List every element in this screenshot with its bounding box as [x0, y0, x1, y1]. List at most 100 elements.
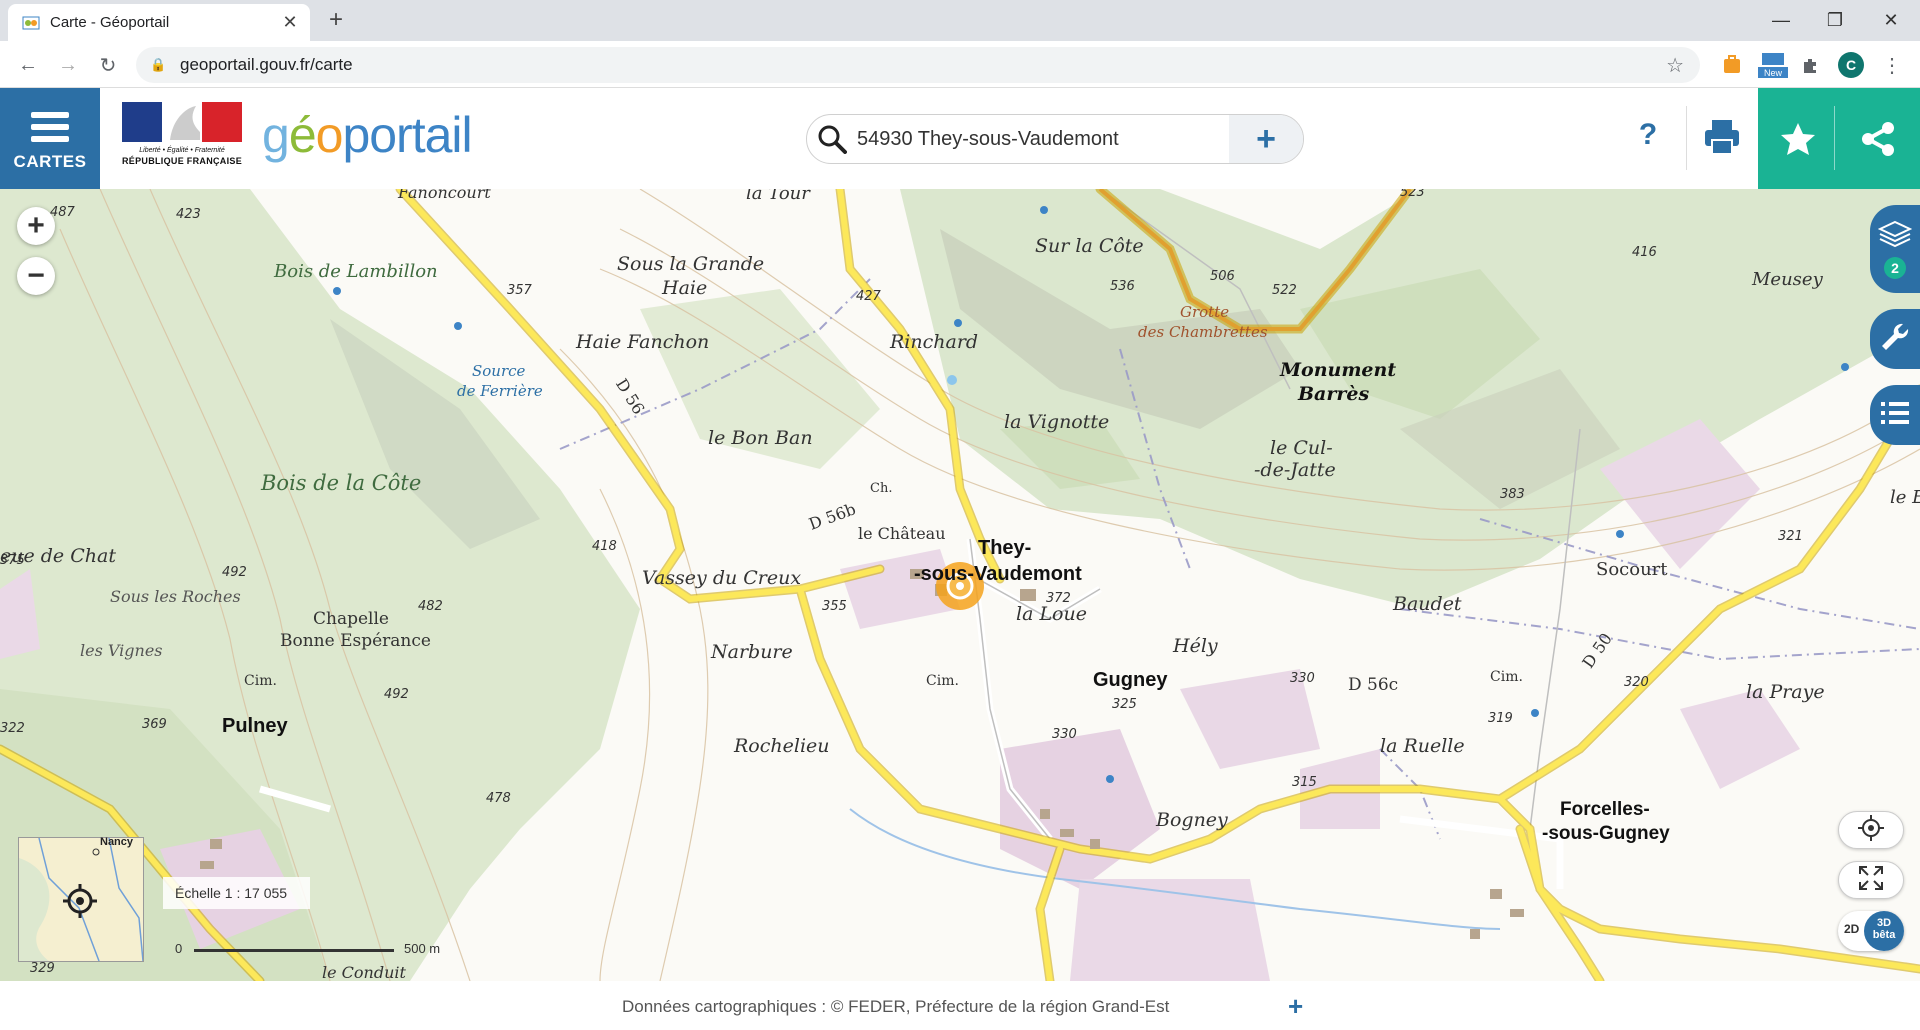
- altitude-label: 427: [856, 289, 881, 304]
- toggle-beta-label: bêta: [1872, 929, 1896, 941]
- layers-icon: [1877, 220, 1913, 253]
- town-label: They-: [978, 537, 1032, 559]
- motto-text: Liberté • Égalité • Fraternité: [139, 147, 225, 154]
- layers-count-badge: 2: [1884, 256, 1906, 279]
- extension-new-icon[interactable]: New: [1758, 51, 1788, 79]
- map-label: Bois de la Côte: [261, 471, 422, 495]
- geoportail-logo[interactable]: géoportail: [262, 106, 473, 164]
- reload-icon[interactable]: ↻: [92, 49, 124, 81]
- browser-tab[interactable]: Carte - Géoportail ✕: [8, 4, 310, 41]
- map-label: Bois de Lambillon: [274, 261, 438, 282]
- altitude-label: 319: [1488, 711, 1513, 726]
- maximize-icon[interactable]: ❐: [1806, 0, 1864, 41]
- minimize-icon[interactable]: —: [1752, 0, 1810, 41]
- search-bar: +: [806, 114, 1304, 164]
- tab-close-icon[interactable]: ✕: [280, 12, 300, 33]
- print-icon[interactable]: [1702, 116, 1742, 160]
- favorites-share-panel: [1758, 88, 1920, 189]
- browser-menu-icon[interactable]: ⋮: [1880, 53, 1904, 77]
- altitude-label: 478: [486, 791, 511, 806]
- toggle-3d-label: 3D: [1876, 917, 1892, 929]
- map-canvas[interactable]: Fanoncourt la Tour Bois de Lambillon Sou…: [0, 189, 1920, 981]
- map-label: la Tour: [746, 189, 810, 204]
- tab-title: Carte - Géoportail: [50, 14, 170, 31]
- help-button[interactable]: ?: [1630, 118, 1666, 158]
- wrench-icon: [1879, 321, 1911, 358]
- map-label: Bonne Espérance: [280, 631, 431, 651]
- map-label: Meusey: [1752, 269, 1823, 290]
- share-icon[interactable]: [1838, 88, 1918, 189]
- extensions-puzzle-icon[interactable]: [1798, 53, 1822, 77]
- scale-bar: 0 500 m: [170, 941, 450, 967]
- search-icon[interactable]: [807, 124, 857, 154]
- profile-avatar[interactable]: C: [1838, 52, 1864, 78]
- map-label: la Praye: [1746, 681, 1825, 703]
- fullscreen-button[interactable]: [1838, 861, 1904, 899]
- zoom-in-button[interactable]: +: [17, 207, 55, 245]
- altitude-label: 418: [592, 539, 617, 554]
- overview-city-label: Nancy: [100, 836, 134, 848]
- altitude-label: 372: [1046, 591, 1071, 606]
- back-icon[interactable]: ←: [12, 49, 44, 81]
- altitude-label: 321: [1778, 529, 1803, 544]
- logo-part-o: o: [315, 107, 344, 163]
- favorites-star-icon[interactable]: [1758, 88, 1838, 189]
- town-label: Gugney: [1093, 669, 1168, 691]
- map-label: Barrès: [1298, 383, 1370, 405]
- geolocate-button[interactable]: [1838, 811, 1904, 849]
- map-label: le Cul-: [1270, 437, 1333, 459]
- browser-tab-bar: Carte - Géoportail ✕ + — ❐ ✕: [0, 0, 1920, 41]
- altitude-label: 383: [1500, 487, 1525, 502]
- altitude-label: 492: [222, 565, 247, 580]
- view-2d-3d-toggle[interactable]: 2D 3D bêta: [1838, 911, 1904, 951]
- close-window-icon[interactable]: ✕: [1862, 0, 1920, 41]
- map-label: Haie: [662, 277, 708, 299]
- layers-tab[interactable]: 2: [1870, 205, 1920, 293]
- geoportail-favicon: [22, 14, 40, 32]
- attribution-more-button[interactable]: +: [1288, 991, 1303, 1022]
- map-label: Hély: [1173, 635, 1218, 657]
- altitude-label: 329: [30, 961, 55, 976]
- logo-part-portail: portail: [342, 107, 472, 163]
- overview-locate-icon[interactable]: [63, 884, 97, 923]
- town-label: Pulney: [222, 715, 288, 737]
- tools-tab[interactable]: [1870, 309, 1920, 369]
- altitude-label: 487: [50, 205, 75, 220]
- map-label: Rochelieu: [734, 735, 830, 757]
- list-icon: [1879, 399, 1911, 432]
- cartes-menu-button[interactable]: CARTES: [0, 88, 100, 189]
- map-label: Monument: [1280, 359, 1397, 381]
- map-label: le Bon Ban: [708, 427, 813, 449]
- map-label: le E: [1890, 487, 1920, 508]
- map-label: Cim.: [244, 673, 277, 689]
- zoom-out-button[interactable]: −: [17, 257, 55, 295]
- map-label: Haie Fanchon: [576, 331, 710, 353]
- attribution-text: Données cartographiques : © FEDER, Préfe…: [622, 997, 1170, 1016]
- republique-francaise-logo[interactable]: Liberté • Égalité • Fraternité RÉPUBLIQU…: [122, 102, 242, 176]
- altitude-label: 506: [1210, 269, 1235, 284]
- altitude-label: 482: [418, 599, 443, 614]
- new-tab-icon[interactable]: +: [322, 6, 350, 34]
- town-label: -sous-Vaudemont: [914, 563, 1082, 585]
- forward-icon[interactable]: →: [52, 49, 84, 81]
- search-input[interactable]: [857, 127, 1229, 151]
- altitude-label: 322: [0, 721, 25, 736]
- map-label: Ch.: [870, 481, 893, 496]
- logo-part-g: g: [262, 107, 290, 163]
- scale-start-label: 0: [175, 941, 183, 956]
- map-label: des Chambrettes: [1138, 323, 1268, 341]
- bookmark-star-icon[interactable]: ☆: [1666, 53, 1684, 78]
- geoportail-header: CARTES Liberté • Égalité • Fraternité RÉ…: [0, 88, 1920, 189]
- extension-shopping-icon[interactable]: [1720, 53, 1744, 77]
- scale-text: Échelle 1 : 17 055: [163, 877, 310, 909]
- altitude-label: 492: [384, 687, 409, 702]
- toggle-3d-button[interactable]: 3D bêta: [1864, 911, 1904, 951]
- legend-tab[interactable]: [1870, 385, 1920, 445]
- url-field[interactable]: 🔒 geoportail.gouv.fr/carte ☆: [136, 47, 1700, 83]
- map-label: le Château: [858, 524, 946, 543]
- overview-map[interactable]: Nancy: [18, 836, 144, 962]
- map-label: la Vignotte: [1004, 411, 1110, 433]
- map-label: Vassey du Creux: [642, 567, 802, 589]
- map-label: Cim.: [1490, 669, 1523, 685]
- advanced-search-plus-button[interactable]: +: [1229, 115, 1303, 163]
